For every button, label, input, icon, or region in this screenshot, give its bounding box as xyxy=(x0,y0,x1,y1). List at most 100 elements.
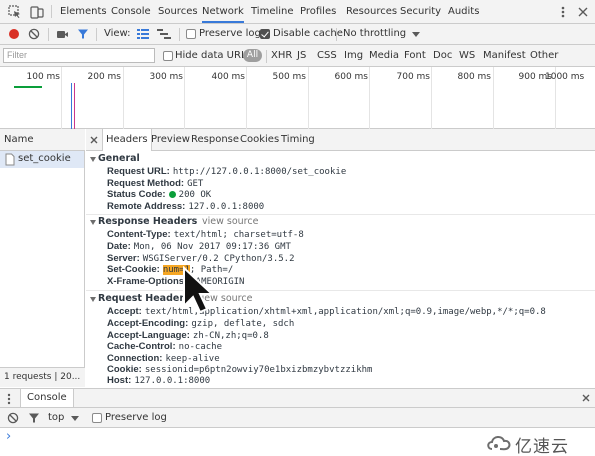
filter-type-all[interactable]: All xyxy=(243,49,262,62)
section-response-headers-title[interactable]: Response Headers xyxy=(98,216,197,227)
tick-label: 300 ms xyxy=(149,72,184,82)
collapse-triangle-icon[interactable] xyxy=(90,297,96,302)
network-toolbar: View: Preserve log Disable cache No thro… xyxy=(0,24,595,45)
drawer-tabbar xyxy=(0,388,595,408)
filter-type-img[interactable]: Img xyxy=(344,46,363,66)
tab-timing[interactable]: Timing xyxy=(281,129,315,151)
section-request-headers-title[interactable]: Request Headers xyxy=(98,293,190,304)
filter-type-media[interactable]: Media xyxy=(369,46,399,66)
overview-icon[interactable] xyxy=(157,29,171,39)
filter-icon[interactable] xyxy=(77,28,89,40)
filter-type-ws[interactable]: WS xyxy=(459,46,475,66)
header-value: no-cache xyxy=(178,342,223,352)
tab-network[interactable]: Network xyxy=(202,0,244,23)
filter-type-js[interactable]: JS xyxy=(297,46,306,66)
request-row[interactable]: set_cookie xyxy=(0,151,84,168)
clear-icon[interactable] xyxy=(28,28,40,40)
header-name: Accept-Language: xyxy=(107,330,190,341)
close-details-icon[interactable] xyxy=(90,136,98,144)
request-name: set_cookie xyxy=(18,153,71,164)
header-value: Mon, 06 Nov 2017 09:17:36 GMT xyxy=(133,242,291,252)
header-name: Date: xyxy=(107,241,131,252)
view-label: View: xyxy=(104,28,131,39)
more-options-icon[interactable] xyxy=(560,5,566,19)
tab-preview[interactable]: Preview xyxy=(151,129,190,151)
tab-sources[interactable]: Sources xyxy=(158,0,198,23)
tab-security[interactable]: Security xyxy=(400,0,441,23)
tab-timeline[interactable]: Timeline xyxy=(251,0,294,23)
inspect-element-icon[interactable] xyxy=(8,5,22,19)
tab-elements[interactable]: Elements xyxy=(60,0,107,23)
disable-cache-checkbox[interactable] xyxy=(260,29,270,39)
throttling-select[interactable]: No throttling xyxy=(343,24,406,44)
status-ok-dot-icon xyxy=(168,190,176,198)
grid-line xyxy=(246,67,247,129)
clear-console-icon[interactable] xyxy=(7,412,19,424)
hide-data-urls-checkbox[interactable] xyxy=(163,51,173,61)
header-value: http://127.0.0.1:8000/set_cookie xyxy=(172,167,347,177)
large-rows-icon[interactable] xyxy=(137,29,149,39)
toolbar-divider xyxy=(179,28,180,41)
collapse-triangle-icon[interactable] xyxy=(90,220,96,225)
header-name: Request Method: xyxy=(107,178,185,189)
tick-label: 600 ms xyxy=(334,72,369,82)
chevron-down-icon[interactable] xyxy=(71,416,79,421)
tab-console[interactable]: Console xyxy=(111,0,151,23)
timeline-overview[interactable]: 100 ms 200 ms 300 ms 400 ms 500 ms 600 m… xyxy=(0,67,595,129)
filter-type-doc[interactable]: Doc xyxy=(433,46,452,66)
filter-type-font[interactable]: Font xyxy=(404,46,426,66)
drawer-menu-icon[interactable] xyxy=(7,393,11,405)
header-name: Content-Type: xyxy=(107,229,171,240)
filter-type-other[interactable]: Other xyxy=(530,46,558,66)
load-marker xyxy=(74,83,75,129)
filter-type-manifest[interactable]: Manifest xyxy=(483,46,526,66)
console-preserve-log-checkbox[interactable] xyxy=(92,413,102,423)
tab-cookies[interactable]: Cookies xyxy=(240,129,279,151)
tick-label: 1000 ms xyxy=(545,72,585,82)
tab-profiles[interactable]: Profiles xyxy=(300,0,336,23)
close-drawer-icon[interactable] xyxy=(582,394,590,402)
capture-screenshots-icon[interactable] xyxy=(56,29,69,40)
toolbar-divider xyxy=(266,50,267,63)
tab-response[interactable]: Response xyxy=(191,129,239,151)
section-general-title[interactable]: General xyxy=(98,153,140,164)
devtools-tabbar: Elements Console Sources Network Timelin… xyxy=(0,0,595,24)
header-value: 127.0.0.1:8000 xyxy=(134,376,211,386)
close-devtools-icon[interactable] xyxy=(578,7,588,17)
tick-label: 700 ms xyxy=(396,72,431,82)
filter-type-xhr[interactable]: XHR xyxy=(271,46,292,66)
toolbar-divider xyxy=(336,28,337,41)
request-list-header[interactable]: Name xyxy=(0,129,85,151)
header-row: Status Code: 200 OK xyxy=(107,189,211,201)
tab-resources[interactable]: Resources xyxy=(346,0,397,23)
header-value: GET xyxy=(187,179,204,189)
header-value: sessionid=p6ptn2owviy70e1bxizbmzybvtzzik… xyxy=(144,365,373,375)
chevron-down-icon[interactable] xyxy=(412,32,420,37)
filter-type-css[interactable]: CSS xyxy=(317,46,337,66)
record-icon[interactable] xyxy=(8,28,20,40)
console-preserve-log-label: Preserve log xyxy=(105,412,167,423)
drawer-tab-console[interactable]: Console xyxy=(20,389,74,407)
details-tabbar: Headers Preview Response Cookies Timing xyxy=(86,129,595,151)
tick-label: 200 ms xyxy=(87,72,122,82)
header-value: WSGIServer/0.2 CPython/3.5.2 xyxy=(142,254,295,264)
device-mode-icon[interactable] xyxy=(30,5,44,19)
header-value: keep-alive xyxy=(165,354,220,364)
header-row: Accept-Language: zh-CN,zh;q=0.8 xyxy=(107,330,269,342)
console-filter-icon[interactable] xyxy=(28,412,40,424)
console-prompt-icon[interactable]: › xyxy=(6,429,11,444)
header-name: Cookie: xyxy=(107,364,142,375)
context-select[interactable]: top xyxy=(48,408,64,428)
request-summary: 1 requests | 20... xyxy=(0,367,85,387)
header-row: Host: 127.0.0.1:8000 xyxy=(107,375,210,387)
tab-headers[interactable]: Headers xyxy=(102,129,152,151)
view-source-link[interactable]: view source xyxy=(202,216,258,227)
header-value: gzip, deflate, sdch xyxy=(191,319,295,329)
preserve-log-checkbox[interactable] xyxy=(186,29,196,39)
filter-input[interactable]: Filter xyxy=(3,48,155,63)
header-value: zh-CN,zh;q=0.8 xyxy=(192,331,269,341)
tab-audits[interactable]: Audits xyxy=(448,0,479,23)
header-row: X-Frame-Options: SAMEORIGIN xyxy=(107,276,244,288)
collapse-triangle-icon[interactable] xyxy=(90,157,96,162)
header-row: Date: Mon, 06 Nov 2017 09:17:36 GMT xyxy=(107,241,291,253)
